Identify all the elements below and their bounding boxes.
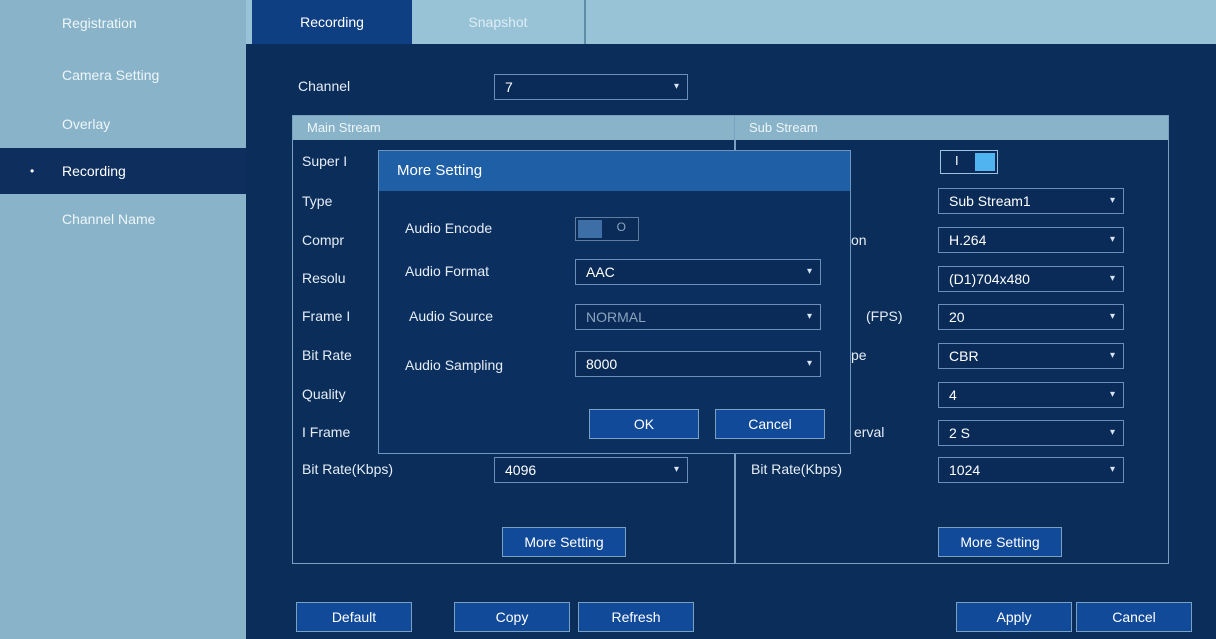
chevron-down-icon: ▾	[1109, 195, 1115, 206]
sub-resolution-select[interactable]: (D1)704x480 ▾	[938, 266, 1124, 292]
audio-sampling-label: Audio Sampling	[405, 357, 504, 373]
cancel-button[interactable]: Cancel	[1076, 602, 1192, 632]
sub-compression-value: H.264	[949, 232, 987, 248]
main-i-frame-label: I Frame	[302, 424, 351, 440]
sidebar-item-label: Overlay	[62, 116, 111, 132]
tab-recording[interactable]: Recording	[252, 0, 412, 44]
main-compression-label: Compr	[302, 232, 345, 248]
sub-quality-select[interactable]: 4 ▾	[938, 382, 1124, 408]
channel-value: 7	[505, 79, 513, 95]
sub-type-select[interactable]: Sub Stream1 ▾	[938, 188, 1124, 214]
chevron-down-icon: ▾	[1109, 427, 1115, 438]
sidebar-item-camera-setting[interactable]: Camera Setting	[0, 52, 246, 98]
main-type-label: Type	[302, 193, 333, 209]
audio-source-label: Audio Source	[409, 308, 494, 324]
sub-i-frame-select[interactable]: 2 S ▾	[938, 420, 1124, 446]
sidebar-item-label: Channel Name	[62, 211, 156, 227]
audio-format-value: AAC	[586, 264, 615, 280]
chevron-down-icon: ▾	[1109, 389, 1115, 400]
apply-button[interactable]: Apply	[956, 602, 1072, 632]
sub-more-setting-button[interactable]: More Setting	[938, 527, 1062, 557]
tab-bar: Recording Snapshot	[246, 0, 1216, 44]
chevron-down-icon: ▾	[1109, 350, 1115, 361]
sub-bit-rate-select[interactable]: 1024 ▾	[938, 457, 1124, 483]
sub-type-value: Sub Stream1	[949, 193, 1031, 209]
refresh-button[interactable]: Refresh	[578, 602, 694, 632]
main-bit-rate-type-label: Bit Rate	[302, 347, 352, 363]
sub-frame-rate-value: 20	[949, 309, 965, 325]
sub-bit-rate-value: 1024	[949, 462, 981, 478]
dialog-title: More Setting	[379, 151, 850, 191]
channel-select[interactable]: 7 ▾	[494, 74, 688, 100]
sub-stream-enable-toggle[interactable]: I	[940, 150, 998, 174]
main-bit-rate-select[interactable]: 4096 ▾	[494, 457, 688, 483]
channel-label: Channel	[298, 78, 351, 94]
sub-compression-label: on	[851, 232, 867, 248]
tab-divider	[584, 0, 586, 44]
chevron-down-icon: ▾	[1109, 311, 1115, 322]
audio-format-select[interactable]: AAC ▾	[575, 259, 821, 285]
default-button[interactable]: Default	[296, 602, 412, 632]
sidebar-item-registration[interactable]: Registration	[0, 0, 246, 46]
toggle-knob	[578, 220, 602, 238]
sub-bit-rate-type-value: CBR	[949, 348, 979, 364]
sub-frame-rate-label: (FPS)	[866, 308, 903, 324]
sidebar: Registration Camera Setting Overlay • Re…	[0, 0, 246, 639]
sub-frame-rate-select[interactable]: 20 ▾	[938, 304, 1124, 330]
toggle-off-mark: O	[616, 220, 626, 234]
sidebar-item-label: Recording	[62, 163, 126, 179]
sub-quality-value: 4	[949, 387, 957, 403]
audio-source-select[interactable]: NORMAL ▾	[575, 304, 821, 330]
sub-resolution-value: (D1)704x480	[949, 271, 1030, 287]
audio-format-label: Audio Format	[405, 263, 490, 279]
audio-source-value: NORMAL	[586, 309, 646, 325]
sidebar-item-overlay[interactable]: Overlay	[0, 101, 246, 147]
sidebar-item-label: Registration	[62, 15, 137, 31]
tab-snapshot[interactable]: Snapshot	[412, 0, 584, 44]
sidebar-item-channel-name[interactable]: Channel Name	[0, 196, 246, 242]
sub-stream-title: Sub Stream	[735, 116, 1168, 140]
sub-i-frame-value: 2 S	[949, 425, 971, 441]
sub-i-frame-label: erval	[854, 424, 885, 440]
sub-bit-rate-type-label: pe	[851, 347, 867, 363]
audio-encode-label: Audio Encode	[405, 220, 493, 236]
toggle-knob	[975, 153, 995, 171]
sub-bit-rate-kbps-label: Bit Rate(Kbps)	[751, 461, 843, 477]
chevron-down-icon: ▾	[1109, 234, 1115, 245]
dialog-cancel-button[interactable]: Cancel	[715, 409, 825, 439]
more-setting-dialog: More Setting Audio Encode O Audio Format…	[378, 150, 851, 454]
main-resolution-label: Resolu	[302, 270, 346, 286]
dialog-ok-button[interactable]: OK	[589, 409, 699, 439]
main-frame-rate-label: Frame I	[302, 308, 351, 324]
audio-sampling-select[interactable]: 8000 ▾	[575, 351, 821, 377]
main-stream-title: Main Stream	[293, 116, 735, 140]
audio-encode-toggle[interactable]: O	[575, 217, 639, 241]
chevron-down-icon: ▾	[673, 464, 679, 475]
main-quality-label: Quality	[302, 386, 346, 402]
active-bullet-icon: •	[30, 164, 35, 178]
sidebar-item-recording[interactable]: • Recording	[0, 148, 246, 194]
chevron-down-icon: ▾	[673, 81, 679, 92]
chevron-down-icon: ▾	[806, 358, 812, 369]
main-more-setting-button[interactable]: More Setting	[502, 527, 626, 557]
sub-compression-select[interactable]: H.264 ▾	[938, 227, 1124, 253]
chevron-down-icon: ▾	[806, 311, 812, 322]
sub-bit-rate-type-select[interactable]: CBR ▾	[938, 343, 1124, 369]
main-bit-rate-kbps-label: Bit Rate(Kbps)	[302, 461, 394, 477]
audio-sampling-value: 8000	[586, 356, 618, 372]
chevron-down-icon: ▾	[1109, 464, 1115, 475]
main-super-label: Super I	[302, 153, 348, 169]
chevron-down-icon: ▾	[1109, 273, 1115, 284]
chevron-down-icon: ▾	[806, 266, 812, 277]
main-bit-rate-value: 4096	[505, 462, 537, 478]
copy-button[interactable]: Copy	[454, 602, 570, 632]
toggle-on-mark: I	[955, 153, 959, 168]
sidebar-item-label: Camera Setting	[62, 67, 160, 83]
